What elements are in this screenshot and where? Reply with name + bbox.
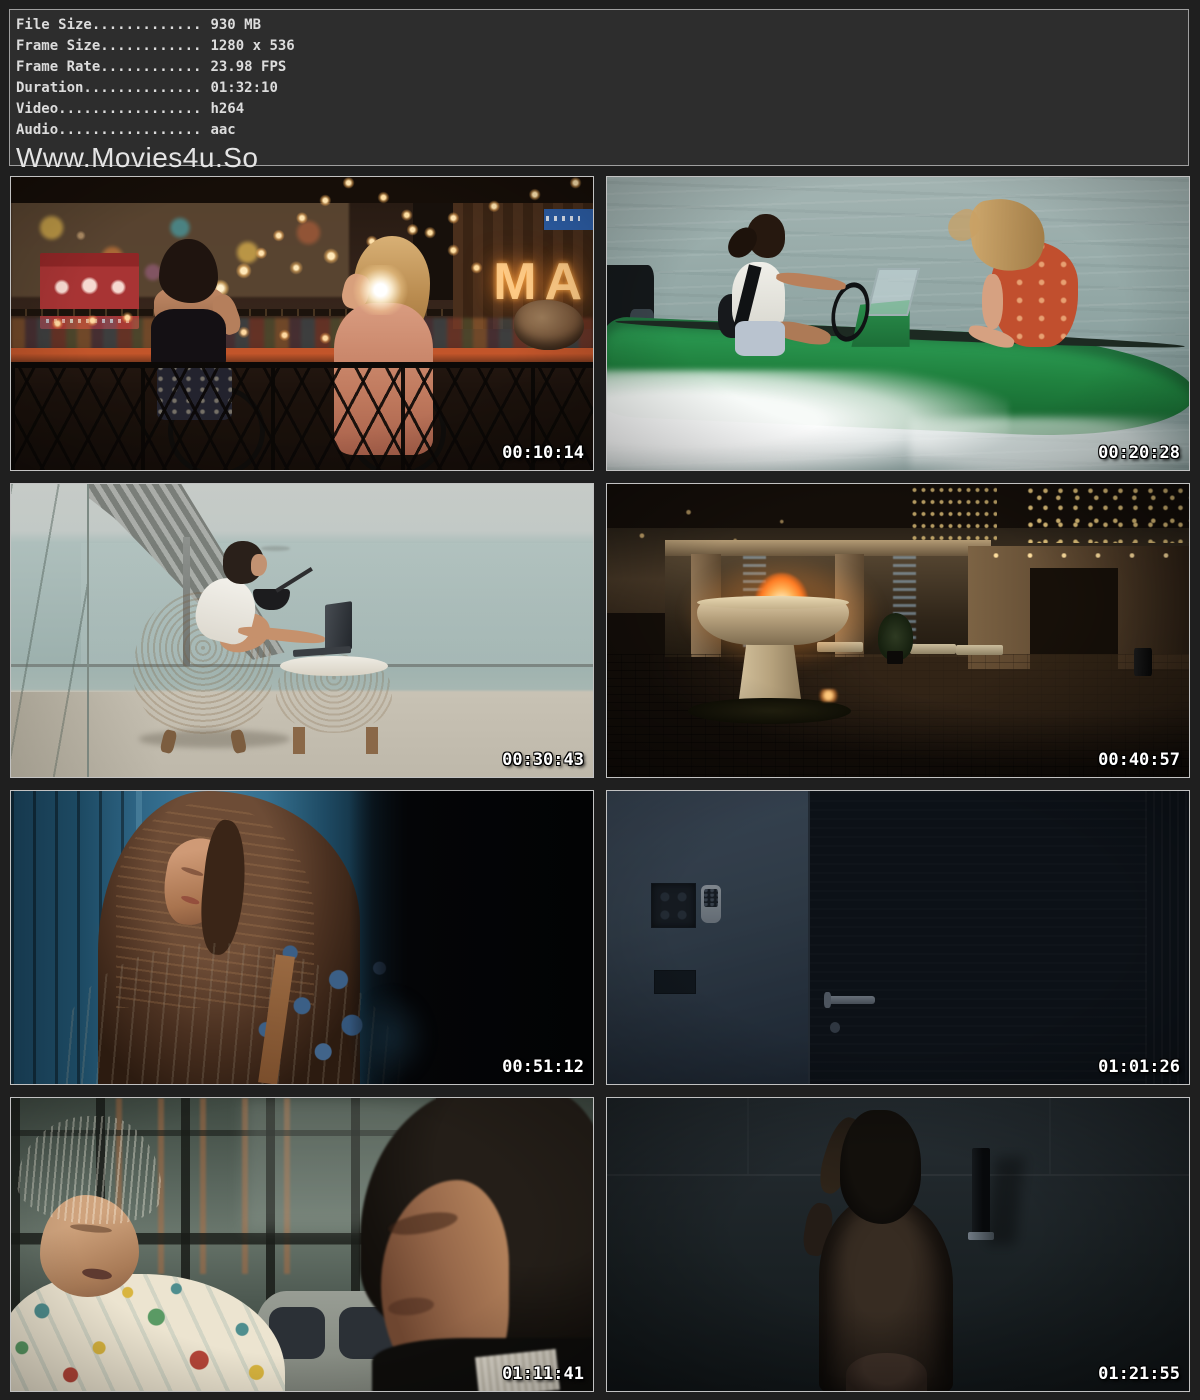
thumbnail-two-men: 01:11:41 [10,1097,594,1392]
info-line-audio: Audio.................aac [16,120,1188,141]
driver-head [747,214,785,258]
timestamp-badge: 00:20:28 [1098,443,1180,463]
thumbnail-motorboat: 00:20:28 [606,176,1190,471]
phone-flash [351,265,409,315]
info-label: Audio................. [16,122,201,138]
info-value: 01:32:10 [201,80,277,96]
laptop-screen [325,601,352,653]
floor-shadow [11,692,162,777]
handbag [514,300,584,350]
info-line-filesize: File Size.............930 MB [16,15,1188,36]
info-label: Video................. [16,101,201,117]
info-line-video: Video.................h264 [16,99,1188,120]
info-value: 23.98 FPS [201,59,286,75]
table-leg [366,727,378,753]
info-label: File Size............. [16,17,201,33]
rim-light [354,990,430,1084]
info-line-duration: Duration..............01:32:10 [16,78,1188,99]
thumbnail-night-market: MA 00:10:14 [10,176,594,471]
thumbnail-dark-door: 01:01:26 [606,790,1190,1085]
timestamp-badge: 01:11:41 [502,1364,584,1384]
woman-head [223,541,264,583]
info-value: h264 [201,101,244,117]
info-value: 930 MB [201,17,261,33]
bar-counter [11,348,593,361]
info-label: Duration.............. [16,80,201,96]
vignette [607,1098,1189,1391]
thumbnail-balcony: 00:30:43 [10,483,594,778]
thumbnail-woman-blouse: 00:51:12 [10,790,594,1085]
rattan-table [276,654,392,733]
table-leg [293,727,305,753]
timestamp-badge: 01:01:26 [1098,1057,1180,1077]
info-label: Frame Size............ [16,38,201,54]
passenger-arm [982,274,1002,330]
darkness-overlay [607,791,1189,1084]
timestamp-badge: 00:10:14 [502,443,584,463]
timestamp-badge: 00:30:43 [502,750,584,770]
timestamp-badge: 00:40:57 [1098,750,1180,770]
thumbnail-shower: 01:21:55 [606,1097,1190,1392]
info-value: 1280 x 536 [201,38,294,54]
info-value: aac [201,122,235,138]
vignette [607,484,1189,777]
info-line-framerate: Frame Rate............23.98 FPS [16,57,1188,78]
timestamp-badge: 00:51:12 [502,1057,584,1077]
thumbnail-grid: MA 00:10:14 [10,176,1190,1392]
media-info-panel: File Size.............930 MB Frame Size.… [9,9,1189,166]
driver-shorts [735,321,784,356]
thumbnail-courtyard: 00:40:57 [606,483,1190,778]
info-label: Frame Rate............ [16,59,201,75]
watermark: Www.Movies4u.So [16,142,1188,174]
info-line-framesize: Frame Size............1280 x 536 [16,36,1188,57]
timestamp-badge: 01:21:55 [1098,1364,1180,1384]
